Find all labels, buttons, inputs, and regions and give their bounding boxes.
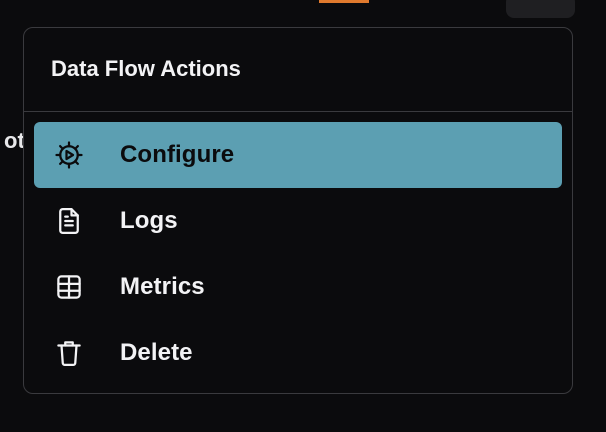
menu-item-label: Delete: [120, 339, 193, 366]
menu-item-label: Logs: [120, 207, 178, 234]
gear-play-icon: [53, 139, 85, 171]
menu-item-logs[interactable]: Logs: [34, 188, 562, 254]
data-flow-actions-menu: Data Flow Actions Configure Logs Metrics…: [23, 27, 573, 394]
table-icon: [53, 271, 85, 303]
menu-item-label: Configure: [120, 141, 235, 168]
menu-list: Configure Logs Metrics Delete: [24, 112, 572, 386]
menu-item-delete[interactable]: Delete: [34, 320, 562, 386]
menu-item-label: Metrics: [120, 273, 205, 300]
active-tab-underline: [319, 0, 369, 3]
document-icon: [53, 205, 85, 237]
menu-title: Data Flow Actions: [51, 55, 241, 81]
menu-header: Data Flow Actions: [24, 28, 572, 112]
menu-item-metrics[interactable]: Metrics: [34, 254, 562, 320]
top-right-button[interactable]: [506, 0, 575, 18]
background-text-fragment: ot: [4, 128, 24, 153]
menu-item-configure[interactable]: Configure: [34, 122, 562, 188]
trash-icon: [53, 337, 85, 369]
